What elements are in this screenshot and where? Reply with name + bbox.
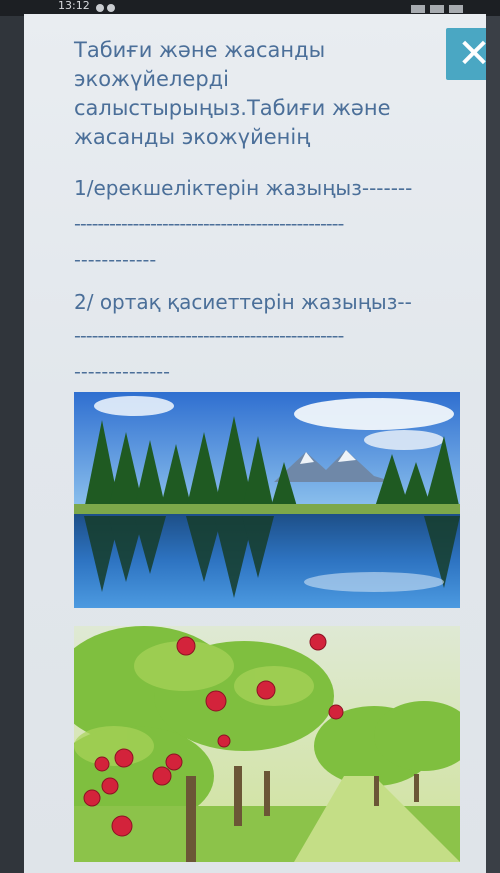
artificial-ecosystem-image <box>74 626 460 862</box>
question-line: Табиғи және жасанды <box>74 38 326 62</box>
item2-prompt: 2/ ортақ қасиеттерін жазыңыз-- <box>74 290 412 314</box>
apple-orchard-image <box>74 626 460 862</box>
item1-dashes-end: ------------ <box>74 249 157 271</box>
question-intro: Табиғи және жасанды экожүйелерді салысты… <box>74 36 454 152</box>
item2-dashes: ----------------------------------------… <box>74 325 344 347</box>
question-line: жасанды экожүйенің <box>74 125 311 149</box>
item1-dashes: ----------------------------------------… <box>74 213 344 235</box>
question-line: экожүйелерді <box>74 67 229 91</box>
item2-dashes-end: -------------- <box>74 361 170 383</box>
status-time: 13:12 <box>58 0 90 12</box>
close-icon: ✕ <box>457 31 486 77</box>
natural-ecosystem-image <box>74 392 460 608</box>
item1-prompt: 1/ерекшеліктерін жазыңыз------- <box>74 176 413 200</box>
question-card: ✕ Табиғи және жасанды экожүйелерді салыс… <box>24 14 486 873</box>
system-icons <box>406 3 486 13</box>
lake-forest-landscape-image <box>74 392 460 608</box>
question-line: салыстырыңыз.Табиғи және <box>74 96 391 120</box>
window-edge-left <box>0 16 24 873</box>
window-edge-right <box>486 16 500 873</box>
notification-icons <box>96 2 126 12</box>
